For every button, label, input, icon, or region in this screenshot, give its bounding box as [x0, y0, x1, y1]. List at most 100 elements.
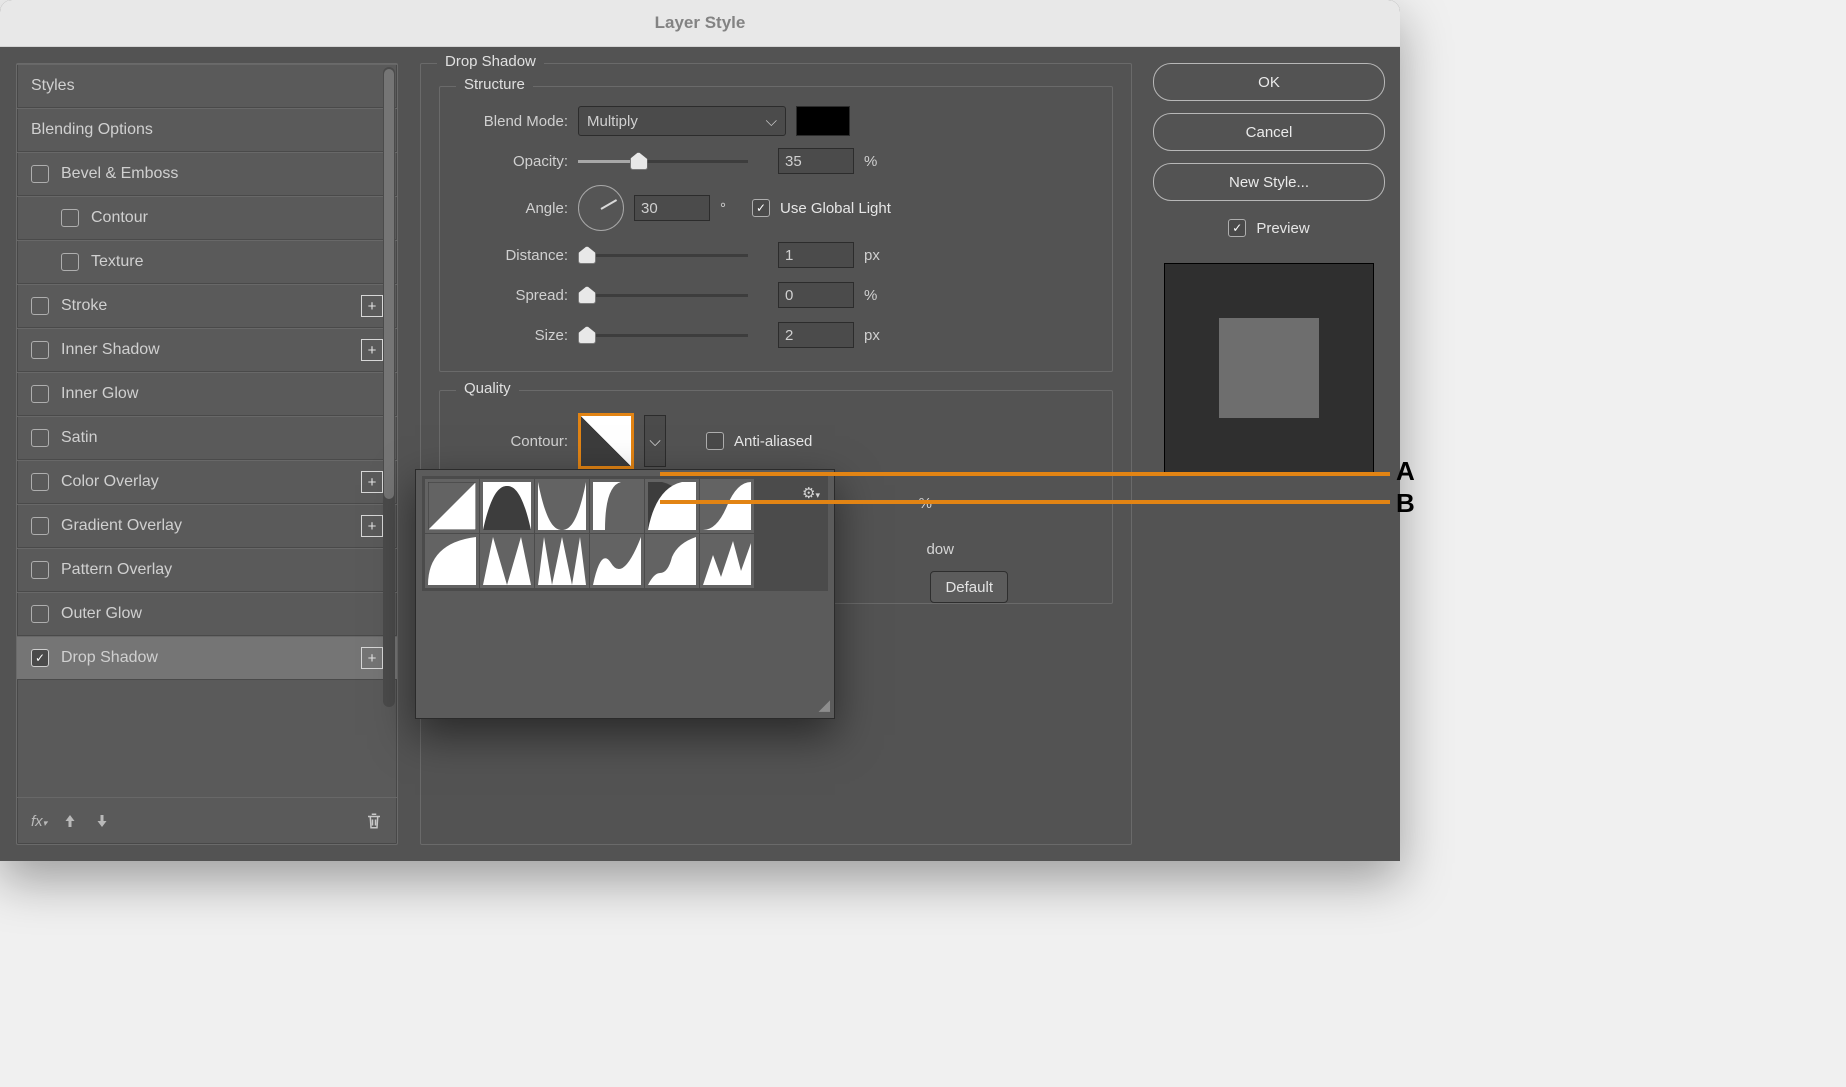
angle-label: Angle: — [458, 200, 568, 217]
sidebar-item-label: Drop Shadow — [61, 649, 349, 667]
resize-handle-icon[interactable]: ◢ — [818, 696, 830, 714]
contour-preset-cove-deep[interactable] — [590, 479, 644, 533]
angle-dial[interactable] — [578, 185, 624, 231]
sidebar-header-styles[interactable]: Styles — [17, 64, 397, 108]
opacity-label: Opacity: — [458, 153, 568, 170]
preview-inner — [1219, 318, 1319, 418]
contour-preset-cone-inverted[interactable] — [535, 479, 589, 533]
sidebar-item-pattern-overlay[interactable]: Pattern Overlay — [17, 548, 397, 592]
sidebar-item-drop-shadow[interactable]: ✓ Drop Shadow + — [17, 636, 397, 680]
callout-line-b — [660, 500, 1390, 504]
sidebar-item-texture[interactable]: Texture — [17, 240, 397, 284]
sidebar-item-label: Contour — [91, 209, 383, 227]
sidebar-item-label: Texture — [91, 253, 383, 271]
plus-icon[interactable]: + — [361, 515, 383, 537]
contour-preset-rounded-steps[interactable] — [645, 534, 699, 588]
trash-icon[interactable] — [365, 811, 383, 831]
opacity-input[interactable]: 35 — [778, 148, 854, 174]
anti-aliased-checkbox[interactable] — [706, 432, 724, 450]
checkbox-icon[interactable] — [61, 253, 79, 271]
titlebar: Layer Style — [0, 0, 1400, 47]
checkbox-icon[interactable] — [31, 561, 49, 579]
ok-button[interactable]: OK — [1153, 63, 1385, 101]
fx-icon[interactable]: fx▾ — [31, 813, 47, 830]
checkbox-icon[interactable] — [31, 473, 49, 491]
opacity-slider[interactable] — [578, 151, 748, 171]
plus-icon[interactable]: + — [361, 295, 383, 317]
contour-thumbnail[interactable] — [578, 413, 634, 469]
sidebar-item-bevel-emboss[interactable]: Bevel & Emboss — [17, 152, 397, 196]
size-input[interactable]: 2 — [778, 322, 854, 348]
arrow-down-icon[interactable] — [93, 812, 111, 830]
contour-dropdown-button[interactable]: ⌵ — [644, 415, 666, 467]
cancel-button[interactable]: Cancel — [1153, 113, 1385, 151]
size-slider[interactable] — [578, 325, 748, 345]
use-global-light-checkbox[interactable] — [752, 199, 770, 217]
spread-slider[interactable] — [578, 285, 748, 305]
sidebar-header-blending[interactable]: Blending Options — [17, 108, 397, 152]
plus-icon[interactable]: + — [361, 647, 383, 669]
use-global-light-label: Use Global Light — [780, 200, 891, 217]
scrollbar-thumb[interactable] — [384, 69, 394, 499]
sidebar-item-color-overlay[interactable]: Color Overlay + — [17, 460, 397, 504]
chevron-down-icon: ⌵ — [766, 113, 777, 130]
sidebar-scrollbar[interactable] — [383, 67, 395, 707]
preview-checkbox[interactable] — [1228, 219, 1246, 237]
button-label: Cancel — [1246, 124, 1293, 141]
distance-label: Distance: — [458, 247, 568, 264]
sidebar-item-stroke[interactable]: Stroke + — [17, 284, 397, 328]
sidebar-item-label: Gradient Overlay — [61, 517, 349, 535]
chevron-down-icon: ⌵ — [649, 433, 660, 450]
angle-input[interactable]: 30 — [634, 195, 710, 221]
checkbox-icon[interactable] — [61, 209, 79, 227]
plus-icon[interactable]: + — [361, 339, 383, 361]
distance-input[interactable]: 1 — [778, 242, 854, 268]
drop-shadow-section: Drop Shadow Structure Blend Mode: Multip… — [420, 63, 1132, 845]
checkbox-icon[interactable]: ✓ — [31, 649, 49, 667]
distance-slider[interactable] — [578, 245, 748, 265]
preview-thumbnail — [1164, 263, 1374, 473]
checkbox-icon[interactable] — [31, 605, 49, 623]
sidebar-header-label: Blending Options — [31, 121, 383, 139]
spread-label: Spread: — [458, 287, 568, 304]
plus-icon[interactable]: + — [361, 471, 383, 493]
checkbox-icon[interactable] — [31, 165, 49, 183]
checkbox-icon[interactable] — [31, 385, 49, 403]
checkbox-icon[interactable] — [31, 341, 49, 359]
contour-preset-gaussian[interactable] — [700, 479, 754, 533]
arrow-up-icon[interactable] — [61, 812, 79, 830]
sidebar-item-gradient-overlay[interactable]: Gradient Overlay + — [17, 504, 397, 548]
blend-mode-select[interactable]: Multiply ⌵ — [578, 106, 786, 136]
group-title: Quality — [456, 380, 519, 397]
contour-preset-rolling-slope[interactable] — [590, 534, 644, 588]
sidebar-item-outer-glow[interactable]: Outer Glow — [17, 592, 397, 636]
section-title: Drop Shadow — [437, 53, 544, 70]
checkbox-icon[interactable] — [31, 297, 49, 315]
contour-preset-cove-shallow[interactable] — [645, 479, 699, 533]
sidebar-item-label: Inner Glow — [61, 385, 383, 403]
sidebar-item-inner-shadow[interactable]: Inner Shadow + — [17, 328, 397, 372]
contour-preset-cone[interactable] — [480, 479, 534, 533]
button-label: OK — [1258, 74, 1280, 91]
reset-default-button[interactable]: Default — [930, 571, 1008, 603]
contour-preset-popover: ⚙▾ ◢ — [415, 469, 835, 719]
contour-preset-linear[interactable] — [425, 479, 479, 533]
preview-label: Preview — [1256, 220, 1309, 237]
new-style-button[interactable]: New Style... — [1153, 163, 1385, 201]
contour-preset-ring-double[interactable] — [535, 534, 589, 588]
checkbox-icon[interactable] — [31, 517, 49, 535]
checkbox-icon[interactable] — [31, 429, 49, 447]
quality-group: Quality Contour: ⌵ Anti-aliased — [439, 390, 1113, 604]
sidebar-item-contour[interactable]: Contour — [17, 196, 397, 240]
sidebar-item-inner-glow[interactable]: Inner Glow — [17, 372, 397, 416]
contour-preset-sawtooth[interactable] — [700, 534, 754, 588]
contour-preset-ring[interactable] — [480, 534, 534, 588]
shadow-color-swatch[interactable] — [796, 106, 850, 136]
spread-input[interactable]: 0 — [778, 282, 854, 308]
settings-panel: Drop Shadow Structure Blend Mode: Multip… — [420, 63, 1132, 845]
group-title: Structure — [456, 76, 533, 93]
sidebar-item-satin[interactable]: Satin — [17, 416, 397, 460]
sidebar-item-label: Color Overlay — [61, 473, 349, 491]
contour-preset-half-round[interactable] — [425, 534, 479, 588]
dialog-buttons-column: OK Cancel New Style... Preview — [1154, 63, 1384, 845]
